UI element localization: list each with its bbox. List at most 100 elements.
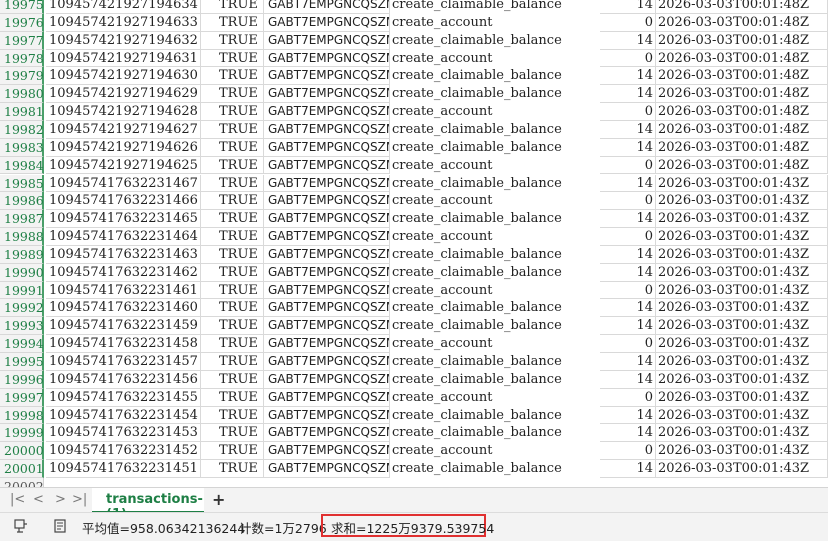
- table-row[interactable]: 19979 109457421927194630 TRUE GABT7EMPGNCQS…: [0, 67, 828, 86]
- accessibility-icon[interactable]: [14, 519, 28, 533]
- cell-operation-type[interactable]: create_claimable_balance: [390, 246, 600, 264]
- cell-created-at[interactable]: 2026-03-03T00:01:48Z: [656, 103, 828, 121]
- cell-amount[interactable]: 14: [600, 174, 656, 193]
- cell-transaction-id[interactable]: 109457417632231455: [46, 388, 201, 407]
- cell-operation-type[interactable]: create_claimable_balance: [390, 85, 600, 103]
- cell-source-account[interactable]: GABT7EMPGNCQSZM22I: [264, 317, 390, 336]
- cell-successful[interactable]: TRUE: [201, 120, 264, 139]
- cell-operation-type[interactable]: create_account: [390, 14, 600, 32]
- cell-transaction-id[interactable]: 109457421927194633: [46, 13, 201, 32]
- cell-operation-type[interactable]: create_account: [390, 442, 600, 460]
- cell-created-at[interactable]: 2026-03-03T00:01:43Z: [656, 228, 828, 246]
- cell-amount[interactable]: 14: [600, 460, 656, 478]
- cell-successful[interactable]: TRUE: [201, 31, 264, 50]
- cell-successful[interactable]: TRUE: [201, 460, 264, 478]
- cell-created-at[interactable]: 2026-03-03T00:01:43Z: [656, 317, 828, 336]
- cell-amount[interactable]: 0: [600, 192, 656, 211]
- cell-operation-type[interactable]: create_claimable_balance: [390, 121, 600, 139]
- table-row[interactable]: 19991 109457417632231461 TRUE GABT7EMPGNCQS…: [0, 281, 828, 300]
- table-row[interactable]: 19975 109457421927194634 TRUE GABT7EMPGNCQS…: [0, 0, 828, 14]
- cell-successful[interactable]: TRUE: [201, 0, 264, 14]
- cell-successful[interactable]: TRUE: [201, 245, 264, 264]
- cell-source-account[interactable]: GABT7EMPGNCQSZM22I: [264, 299, 390, 318]
- cell-created-at[interactable]: 2026-03-03T00:01:48Z: [656, 120, 828, 139]
- table-row[interactable]: 19984 109457421927194625 TRUE GABT7EMPGNCQS…: [0, 156, 828, 175]
- cell-amount[interactable]: 14: [600, 245, 656, 264]
- cell-successful[interactable]: TRUE: [201, 103, 264, 121]
- table-row[interactable]: 19985 109457417632231467 TRUE GABT7EMPGNCQS…: [0, 174, 828, 193]
- cell-amount[interactable]: 14: [600, 67, 656, 86]
- cell-operation-type[interactable]: create_claimable_balance: [390, 371, 600, 389]
- cell-created-at[interactable]: 2026-03-03T00:01:43Z: [656, 388, 828, 407]
- cell-amount[interactable]: 0: [600, 442, 656, 461]
- cell-created-at[interactable]: 2026-03-03T00:01:43Z: [656, 442, 828, 461]
- cell-created-at[interactable]: 2026-03-03T00:01:43Z: [656, 353, 828, 371]
- table-row[interactable]: 19986 109457417632231466 TRUE GABT7EMPGNCQS…: [0, 192, 828, 211]
- cell-amount[interactable]: 0: [600, 388, 656, 407]
- cell-created-at[interactable]: 2026-03-03T00:01:43Z: [656, 174, 828, 193]
- cell-operation-type[interactable]: create_claimable_balance: [390, 353, 600, 371]
- cell-created-at[interactable]: 2026-03-03T00:01:43Z: [656, 299, 828, 318]
- cell-created-at[interactable]: 2026-03-03T00:01:43Z: [656, 245, 828, 264]
- table-row[interactable]: 19983 109457421927194626 TRUE GABT7EMPGNCQS…: [0, 138, 828, 157]
- cell-amount[interactable]: 14: [600, 85, 656, 104]
- cell-operation-type[interactable]: create_claimable_balance: [390, 32, 600, 50]
- table-row[interactable]: 19988 109457417632231464 TRUE GABT7EMPGNCQS…: [0, 228, 828, 246]
- cell-source-account[interactable]: GABT7EMPGNCQSZM22I: [264, 174, 390, 193]
- cell-source-account[interactable]: GABT7EMPGNCQSZM22I: [264, 424, 390, 443]
- cell-source-account[interactable]: GABT7EMPGNCQSZM22I: [264, 406, 390, 425]
- next-sheet-icon[interactable]: >: [55, 492, 66, 507]
- cell-source-account[interactable]: GABT7EMPGNCQSZM22I: [264, 281, 390, 300]
- cell-source-account[interactable]: GABT7EMPGNCQSZM22I: [264, 85, 390, 104]
- cell-successful[interactable]: TRUE: [201, 192, 264, 211]
- table-row[interactable]: 19997 109457417632231455 TRUE GABT7EMPGNCQS…: [0, 388, 828, 407]
- table-row[interactable]: 19987 109457417632231465 TRUE GABT7EMPGNCQS…: [0, 210, 828, 229]
- table-row[interactable]: 19999 109457417632231453 TRUE GABT7EMPGNCQS…: [0, 424, 828, 443]
- cell-successful[interactable]: TRUE: [201, 406, 264, 425]
- table-row[interactable]: 19993 109457417632231459 TRUE GABT7EMPGNCQS…: [0, 317, 828, 336]
- cell-source-account[interactable]: GABT7EMPGNCQSZM22I: [264, 210, 390, 229]
- cell-transaction-id[interactable]: 109457421927194626: [46, 138, 201, 157]
- cell-operation-type[interactable]: create_account: [390, 50, 600, 68]
- cell-created-at[interactable]: 2026-03-03T00:01:43Z: [656, 424, 828, 443]
- cell-amount[interactable]: 14: [600, 120, 656, 139]
- cell-source-account[interactable]: GABT7EMPGNCQSZM22I: [264, 388, 390, 407]
- cell-transaction-id[interactable]: 109457417632231465: [46, 210, 201, 229]
- cell-source-account[interactable]: GABT7EMPGNCQSZM22I: [264, 263, 390, 282]
- status-sum[interactable]: 求和=1225万9379.539754: [331, 518, 494, 537]
- cell-created-at[interactable]: 2026-03-03T00:01:43Z: [656, 406, 828, 425]
- cell-transaction-id[interactable]: 109457421927194628: [46, 103, 201, 121]
- cell-amount[interactable]: 14: [600, 31, 656, 50]
- table-row[interactable]: 19994 109457417632231458 TRUE GABT7EMPGNCQS…: [0, 335, 828, 353]
- cell-created-at[interactable]: 2026-03-03T00:01:48Z: [656, 13, 828, 32]
- cell-created-at[interactable]: 2026-03-03T00:01:43Z: [656, 263, 828, 282]
- cell-successful[interactable]: TRUE: [201, 263, 264, 282]
- cell-successful[interactable]: TRUE: [201, 174, 264, 193]
- cell-amount[interactable]: 0: [600, 13, 656, 32]
- table-row[interactable]: 19992 109457417632231460 TRUE GABT7EMPGNCQS…: [0, 299, 828, 318]
- cell-successful[interactable]: TRUE: [201, 67, 264, 86]
- cell-successful[interactable]: TRUE: [201, 299, 264, 318]
- cell-successful[interactable]: TRUE: [201, 13, 264, 32]
- cell-source-account[interactable]: GABT7EMPGNCQSZM22I: [264, 156, 390, 175]
- cell-operation-type[interactable]: create_claimable_balance: [390, 0, 600, 14]
- cell-created-at[interactable]: 2026-03-03T00:01:43Z: [656, 192, 828, 211]
- tab-transactions[interactable]: transactions- (1): [92, 488, 204, 522]
- table-row[interactable]: 19989 109457417632231463 TRUE GABT7EMPGNCQS…: [0, 245, 828, 264]
- cell-transaction-id[interactable]: 109457421927194627: [46, 120, 201, 139]
- table-row[interactable]: 19977 109457421927194632 TRUE GABT7EMPGNCQS…: [0, 31, 828, 50]
- cell-source-account[interactable]: GABT7EMPGNCQSZM22I: [264, 120, 390, 139]
- cell-transaction-id[interactable]: 109457417632231456: [46, 370, 201, 389]
- cell-successful[interactable]: TRUE: [201, 370, 264, 389]
- cell-successful[interactable]: TRUE: [201, 138, 264, 157]
- cell-successful[interactable]: TRUE: [201, 388, 264, 407]
- cell-transaction-id[interactable]: 109457417632231467: [46, 174, 201, 193]
- cell-amount[interactable]: 14: [600, 353, 656, 371]
- cell-created-at[interactable]: 2026-03-03T00:01:48Z: [656, 49, 828, 68]
- cell-operation-type[interactable]: create_account: [390, 228, 600, 246]
- cell-source-account[interactable]: GABT7EMPGNCQSZM22I: [264, 138, 390, 157]
- cell-source-account[interactable]: GABT7EMPGNCQSZM22I: [264, 335, 390, 353]
- status-average[interactable]: 平均值=958.06342136244: [82, 518, 245, 537]
- status-count[interactable]: 计数=1万2796: [239, 518, 327, 537]
- cell-transaction-id[interactable]: 109457421927194632: [46, 31, 201, 50]
